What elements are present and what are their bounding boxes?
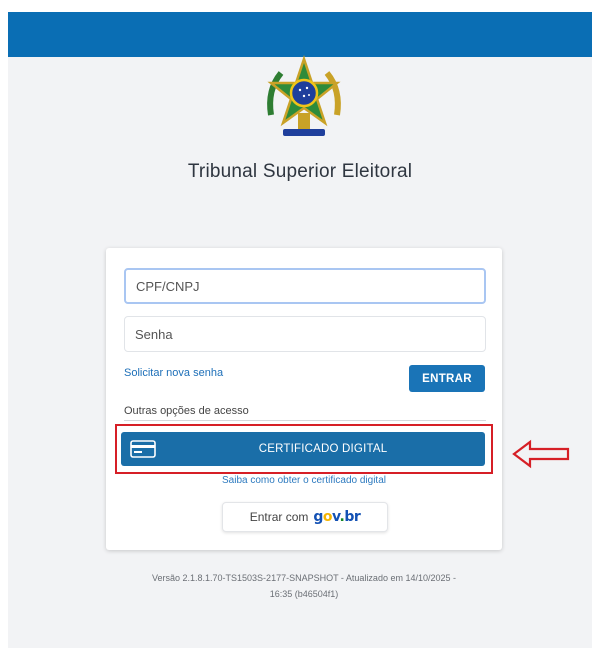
page-title: Tribunal Superior Eleitoral xyxy=(187,161,413,182)
recover-password-link[interactable]: Solicitar nova senha xyxy=(124,367,223,379)
divider xyxy=(124,420,486,421)
govbr-login-button[interactable]: Entrar com gov.br xyxy=(222,502,388,532)
certificate-help-link[interactable]: Saiba como obter o certificado digital xyxy=(106,475,502,486)
govbr-logo: gov.br xyxy=(313,509,361,525)
login-card: Solicitar nova senha ENTRAR Outras opçõe… xyxy=(106,248,502,550)
cpf-cnpj-input[interactable] xyxy=(124,268,486,304)
version-info: Versão 2.1.8.1.70-TS1503S-2177-SNAPSHOT … xyxy=(104,570,504,602)
govbr-prefix: Entrar com xyxy=(249,510,309,524)
annotation-highlight-box xyxy=(115,424,493,474)
version-line-1: Versão 2.1.8.1.70-TS1503S-2177-SNAPSHOT … xyxy=(151,573,456,583)
password-input[interactable] xyxy=(124,316,486,352)
version-line-2: 16:35 (b46504f1) xyxy=(269,589,339,599)
enter-button[interactable]: ENTRAR xyxy=(409,365,485,392)
top-bar xyxy=(8,12,592,57)
left-arrow-icon xyxy=(512,439,570,469)
other-options-label: Outras opções de acesso xyxy=(124,405,249,417)
brazil-coat-of-arms-icon xyxy=(267,55,341,136)
